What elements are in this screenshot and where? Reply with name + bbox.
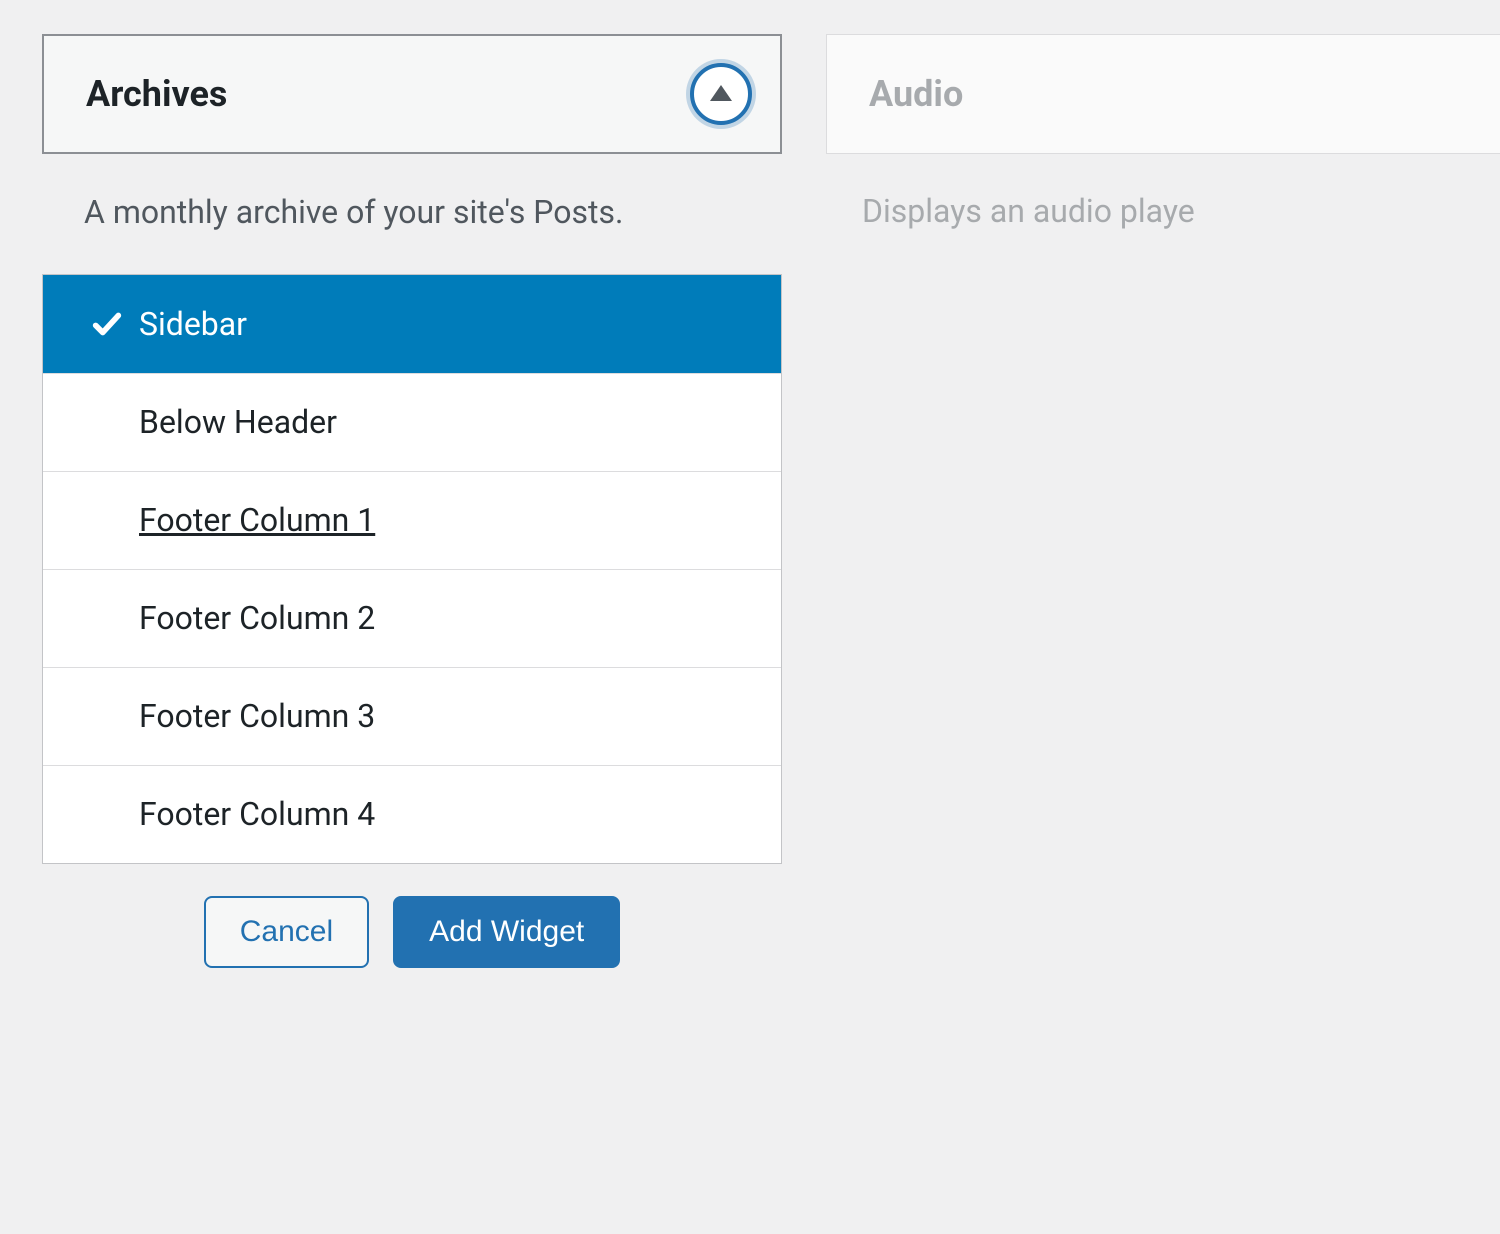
widget-area-option[interactable]: Footer Column 3 [43,667,781,765]
widget-area-option[interactable]: Sidebar [43,275,781,373]
widget-area-option-label: Below Header [139,403,337,441]
triangle-up-icon [710,85,732,101]
widget-archives-header[interactable]: Archives [42,34,782,154]
widget-area-option[interactable]: Below Header [43,373,781,471]
widget-area-option[interactable]: Footer Column 4 [43,765,781,863]
widget-area-option-label: Footer Column 1 [139,501,375,539]
widget-area-option[interactable]: Footer Column 2 [43,569,781,667]
widget-audio-header[interactable]: Audio [826,34,1500,154]
widget-audio-title: Audio [869,73,963,115]
widget-archives-description: A monthly archive of your site's Posts. [42,192,782,234]
widget-area-option-label: Footer Column 2 [139,599,375,637]
collapse-toggle-button[interactable] [690,63,752,125]
widget-area-option[interactable]: Footer Column 1 [43,471,781,569]
widget-audio-description: Displays an audio playe [862,192,1195,230]
check-icon [85,302,129,346]
widget-area-chooser: Sidebar Below Header Footer Column 1 Footer… [42,274,782,864]
cancel-button[interactable]: Cancel [204,896,369,968]
widget-archives-title: Archives [86,73,227,115]
widget-area-option-label: Footer Column 4 [139,795,375,833]
add-widget-button[interactable]: Add Widget [393,896,620,968]
chooser-button-row: Cancel Add Widget [42,896,782,968]
widget-area-option-label: Sidebar [139,305,247,343]
widget-area-option-label: Footer Column 3 [139,697,375,735]
